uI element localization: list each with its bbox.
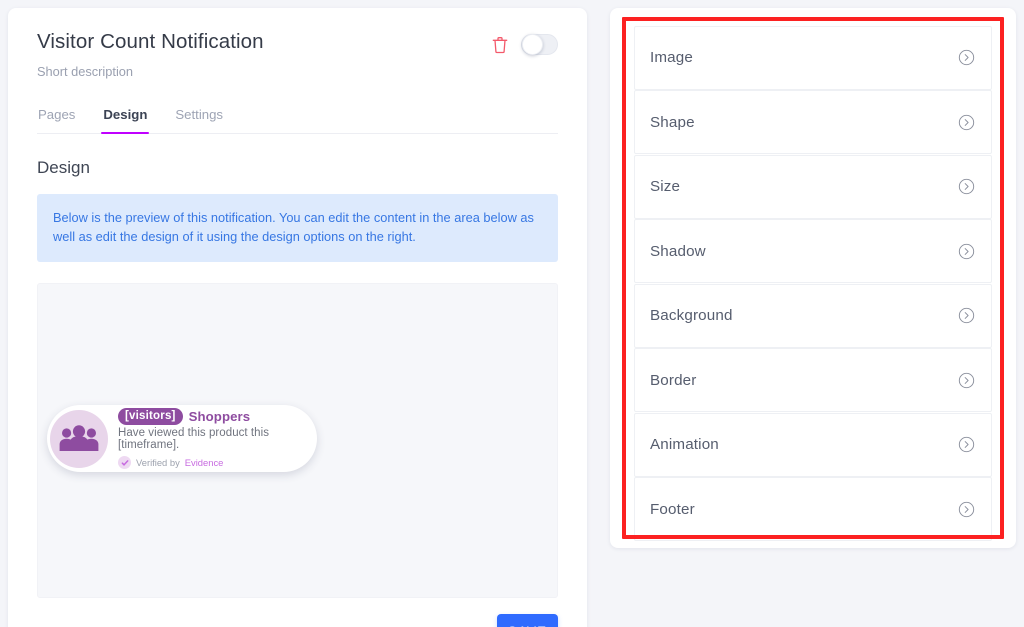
chevron-right-circle-icon: [958, 50, 975, 66]
toggle-knob: [522, 34, 543, 55]
title-block: Visitor Count Notification Short descrip…: [37, 30, 264, 79]
design-option-border[interactable]: Border: [634, 348, 992, 413]
notification-body-text: Have viewed this product this [timeframe…: [118, 427, 270, 452]
check-circle-icon: [118, 456, 131, 470]
design-option-footer[interactable]: Footer: [634, 477, 992, 542]
chevron-right-circle-icon: [958, 372, 975, 388]
design-option-label: Footer: [650, 500, 695, 518]
chevron-right-circle-icon: [958, 308, 975, 324]
design-option-label: Size: [650, 178, 681, 196]
design-option-shape[interactable]: Shape: [634, 90, 992, 155]
enable-notification-toggle[interactable]: [521, 34, 558, 55]
people-group-icon: [59, 425, 99, 452]
design-options-list: Image Shape Size Shadow Background Borde…: [634, 26, 992, 542]
notification-headline-row: [visitors] Shoppers: [118, 408, 303, 426]
design-option-label: Animation: [650, 436, 719, 454]
info-banner: Below is the preview of this notificatio…: [37, 193, 558, 263]
design-option-size[interactable]: Size: [634, 154, 992, 219]
tab-design[interactable]: Design: [101, 107, 150, 134]
save-area: SAVE Unsaved Changes: [37, 614, 558, 627]
chevron-right-circle-icon: [958, 114, 975, 131]
design-option-background[interactable]: Background: [634, 283, 992, 348]
page-title: Visitor Count Notification: [37, 30, 264, 53]
design-option-label: Border: [650, 371, 697, 389]
design-option-label: Shadow: [650, 242, 706, 260]
section-title: Design: [37, 157, 90, 177]
notification-editor-card: Visitor Count Notification Short descrip…: [8, 8, 587, 627]
notification-headline: Shoppers: [188, 409, 251, 425]
notification-widget-preview[interactable]: [visitors] Shoppers Have viewed this pro…: [47, 405, 317, 473]
editor-content: Visitor Count Notification Short descrip…: [8, 8, 587, 627]
design-option-label: Background: [650, 307, 733, 325]
save-button[interactable]: SAVE: [497, 614, 558, 627]
trash-icon[interactable]: [491, 35, 509, 55]
chevron-right-circle-icon: [958, 179, 975, 195]
notification-footer-row: Verified by Evidence: [118, 456, 303, 470]
chevron-right-circle-icon: [958, 501, 975, 517]
tab-settings[interactable]: Settings: [174, 107, 224, 133]
design-option-image[interactable]: Image: [634, 26, 992, 90]
notification-text-block: [visitors] Shoppers Have viewed this pro…: [118, 408, 303, 470]
verified-brand-link[interactable]: Evidence: [185, 457, 224, 468]
tab-pages[interactable]: Pages: [37, 107, 76, 133]
design-option-shadow[interactable]: Shadow: [634, 219, 992, 284]
app-page: Visitor Count Notification Short descrip…: [0, 0, 1024, 627]
header-actions: [491, 30, 558, 55]
avatar: [50, 409, 108, 468]
chevron-right-circle-icon: [958, 243, 975, 259]
design-option-label: Image: [650, 49, 693, 67]
editor-header: Visitor Count Notification Short descrip…: [37, 30, 558, 79]
variable-token-visitors: [visitors]: [118, 408, 183, 426]
design-option-label: Shape: [650, 113, 695, 131]
verified-by-label: Verified by: [136, 457, 180, 469]
notification-preview-canvas: [visitors] Shoppers Have viewed this pro…: [37, 283, 558, 599]
page-subtitle: Short description: [37, 63, 134, 79]
chevron-right-circle-icon: [958, 437, 975, 453]
editor-tabs: Pages Design Settings: [37, 107, 558, 134]
design-option-animation[interactable]: Animation: [634, 412, 992, 477]
